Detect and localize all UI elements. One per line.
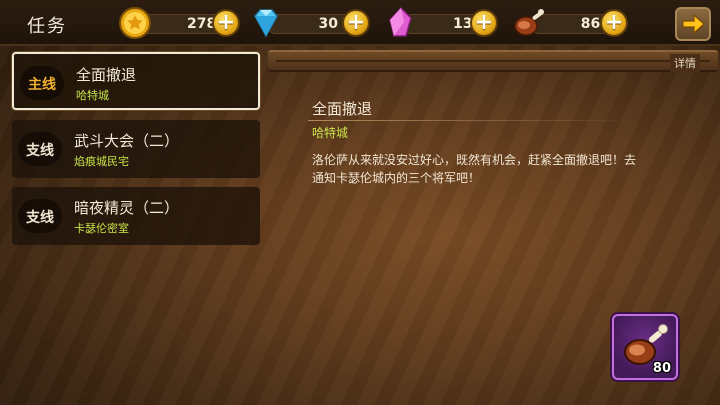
quest-name: 武斗大会（二） xyxy=(74,132,180,150)
screen-title: 任务 xyxy=(27,16,67,37)
diamond-value: 30 xyxy=(318,16,338,32)
quest-location: 哈特城 xyxy=(76,89,109,102)
details-tab[interactable]: 详情 xyxy=(670,54,700,72)
detail-description: 洛伦萨从来就没安过好心，既然有机会，赶紧全面撤退吧！去通知卡瑟伦城内的三个将军吧… xyxy=(312,153,637,185)
quest-type-label: 主线 xyxy=(28,77,56,93)
add-gold-button[interactable]: + xyxy=(212,9,240,37)
arrow-right-icon xyxy=(682,14,705,34)
quest-name: 全面撤退 xyxy=(76,66,137,84)
meat-icon xyxy=(514,9,544,36)
detail-location: 哈特城 xyxy=(312,126,349,140)
detail-scroll-header: 详情 xyxy=(268,50,718,72)
gold-coin-icon xyxy=(119,7,151,39)
add-diamond-button[interactable]: + xyxy=(342,9,370,37)
quest-item-side-1[interactable]: 支线 武斗大会（二） 焰痕城民宅 xyxy=(12,120,260,178)
pink-crystal-icon xyxy=(389,6,412,37)
quest-type-label: 支线 xyxy=(26,210,54,226)
quest-location: 焰痕城民宅 xyxy=(74,155,129,168)
gold-resource: 2784 + xyxy=(118,6,240,40)
quest-name: 暗夜精灵（二） xyxy=(74,199,180,217)
detail-title: 全面撤退 xyxy=(312,100,373,118)
quest-item-side-2[interactable]: 支线 暗夜精灵（二） 卡瑟伦密室 xyxy=(12,187,260,245)
quest-location: 卡瑟伦密室 xyxy=(74,222,129,235)
meat-resource: 868 + xyxy=(512,6,634,40)
add-meat-button[interactable]: + xyxy=(600,9,628,37)
reward-slot[interactable]: 80 xyxy=(612,314,678,380)
next-arrow-button[interactable] xyxy=(675,7,711,41)
reward-count: 80 xyxy=(652,361,671,376)
quest-item-main[interactable]: 主线 全面撤退 哈特城 xyxy=(12,52,260,110)
top-bar: 任务 2784 + 30 + 1343 + xyxy=(0,0,720,46)
diamond-icon xyxy=(254,9,278,38)
diamond-resource: 30 + xyxy=(248,6,370,40)
quest-type-label: 支线 xyxy=(26,143,54,159)
detail-divider xyxy=(308,120,638,121)
crystal-resource: 1343 + xyxy=(384,6,506,40)
add-crystal-button[interactable]: + xyxy=(470,9,498,37)
